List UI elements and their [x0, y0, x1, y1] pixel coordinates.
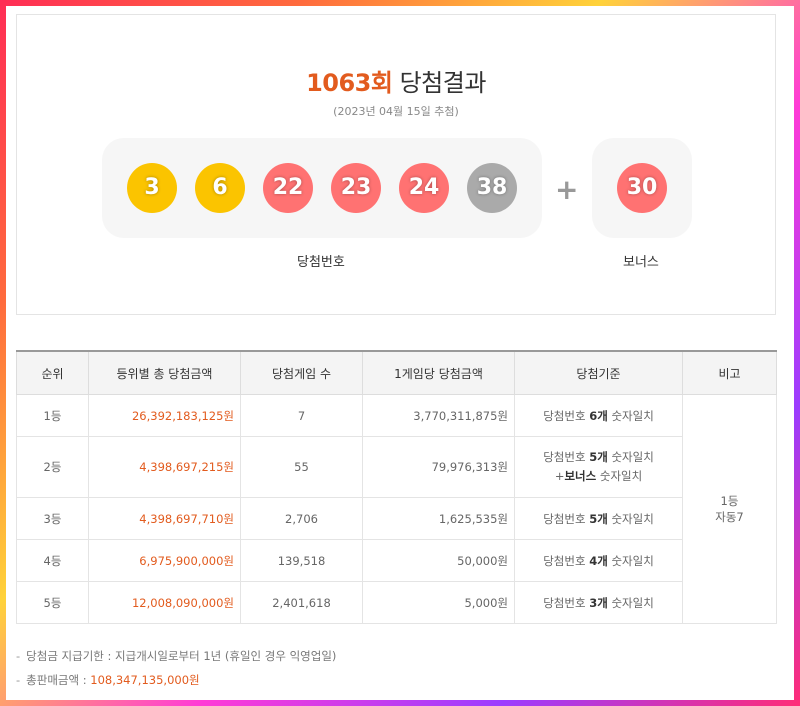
header-note: 비고 — [682, 350, 777, 395]
draw-date: (2023년 04월 15일 추첨) — [333, 105, 459, 118]
round-number: 1063회 — [306, 69, 393, 97]
table-row: 1등 26,392,183,125원 7 3,770,311,875원 당첨번호… — [16, 394, 777, 624]
prize-table: 순위 등위별 총 당첨금액 당첨게임 수 1게임당 당첨금액 당첨기준 비고 1… — [16, 350, 777, 624]
criteria-cell: 당첨번호 4개 숫자일치 — [514, 539, 683, 582]
table-row: 3등 4,398,697,710원 2,706 1,625,535원 당첨번호 … — [16, 497, 777, 540]
winner-count-cell: 2,706 — [240, 497, 363, 540]
table-row: 2등 4,398,697,215원 55 79,976,313원 당첨번호 5개… — [16, 436, 777, 498]
criteria-cell: 당첨번호 5개 숫자일치 +보너스 숫자일치 — [514, 436, 683, 498]
total-prize-cell: 26,392,183,125원 — [88, 394, 241, 437]
criteria-cell: 당첨번호 5개 숫자일치 — [514, 497, 683, 540]
winner-count-cell: 139,518 — [240, 539, 363, 582]
title-suffix: 당첨결과 — [392, 69, 487, 97]
payment-deadline-note: - 당첨금 지급기한 : 지급개시일로부터 1년 (휴일인 경우 익영업일) — [16, 649, 337, 663]
criteria-cell: 당첨번호 3개 숫자일치 — [514, 581, 683, 624]
total-prize-cell: 12,008,090,000원 — [88, 581, 241, 624]
winner-count-cell: 2,401,618 — [240, 581, 363, 624]
total-prize-cell: 6,975,900,000원 — [88, 539, 241, 582]
rank-cell: 5등 — [16, 581, 89, 624]
criteria-cell: 당첨번호 6개 숫자일치 — [514, 394, 683, 437]
rank-cell: 4등 — [16, 539, 89, 582]
draw-result-panel: 1063회 당첨결과 (2023년 04월 15일 추첨) 3 6 22 23 … — [16, 14, 776, 315]
per-game-prize-cell: 5,000원 — [362, 581, 515, 624]
table-row: 4등 6,975,900,000원 139,518 50,000원 당첨번호 4… — [16, 539, 777, 582]
winner-count-cell: 55 — [240, 436, 363, 498]
number-ball-6: 38 — [467, 163, 517, 213]
footnotes: - 당첨금 지급기한 : 지급개시일로부터 1년 (휴일인 경우 익영업일) -총… — [16, 648, 336, 696]
number-ball-4: 23 — [331, 163, 381, 213]
rank-cell: 2등 — [16, 436, 89, 498]
number-ball-5: 24 — [399, 163, 449, 213]
per-game-prize-cell: 50,000원 — [362, 539, 515, 582]
number-ball-3: 22 — [263, 163, 313, 213]
per-game-prize-cell: 3,770,311,875원 — [362, 394, 515, 437]
page-title: 1063회 당첨결과 — [17, 63, 775, 98]
winning-numbers-panel: 3 6 22 23 24 38 — [102, 138, 542, 238]
bonus-ball: 30 — [617, 163, 667, 213]
total-sales-value: 108,347,135,000원 — [90, 673, 200, 687]
table-row: 5등 12,008,090,000원 2,401,618 5,000원 당첨번호… — [16, 581, 777, 624]
winning-numbers-label: 당첨번호 — [297, 255, 345, 270]
header-criteria: 당첨기준 — [514, 350, 683, 395]
total-sales-note: - 총판매금액 : 108,347,135,000원 — [16, 673, 200, 687]
header-total-prize: 등위별 총 당첨금액 — [88, 350, 241, 395]
rank-cell: 3등 — [16, 497, 89, 540]
table-header-row: 순위 등위별 총 당첨금액 당첨게임 수 1게임당 당첨금액 당첨기준 비고 — [16, 350, 777, 395]
winner-count-cell: 7 — [240, 394, 363, 437]
bonus-number-panel: 30 — [592, 138, 692, 238]
plus-icon: + — [555, 173, 579, 206]
header-rank: 순위 — [16, 350, 89, 395]
per-game-prize-cell: 79,976,313원 — [362, 436, 515, 498]
number-ball-1: 3 — [127, 163, 177, 213]
header-per-game-prize: 1게임당 당첨금액 — [362, 350, 515, 395]
bonus-label: 보너스 — [623, 255, 659, 270]
page-frame: 1063회 당첨결과 (2023년 04월 15일 추첨) 3 6 22 23 … — [6, 6, 794, 700]
total-prize-cell: 4,398,697,710원 — [88, 497, 241, 540]
header-winner-count: 당첨게임 수 — [240, 350, 363, 395]
number-ball-2: 6 — [195, 163, 245, 213]
rank-cell: 1등 — [16, 394, 89, 437]
total-prize-cell: 4,398,697,215원 — [88, 436, 241, 498]
per-game-prize-cell: 1,625,535원 — [362, 497, 515, 540]
note-cell: 1등 자동7 — [682, 394, 777, 624]
